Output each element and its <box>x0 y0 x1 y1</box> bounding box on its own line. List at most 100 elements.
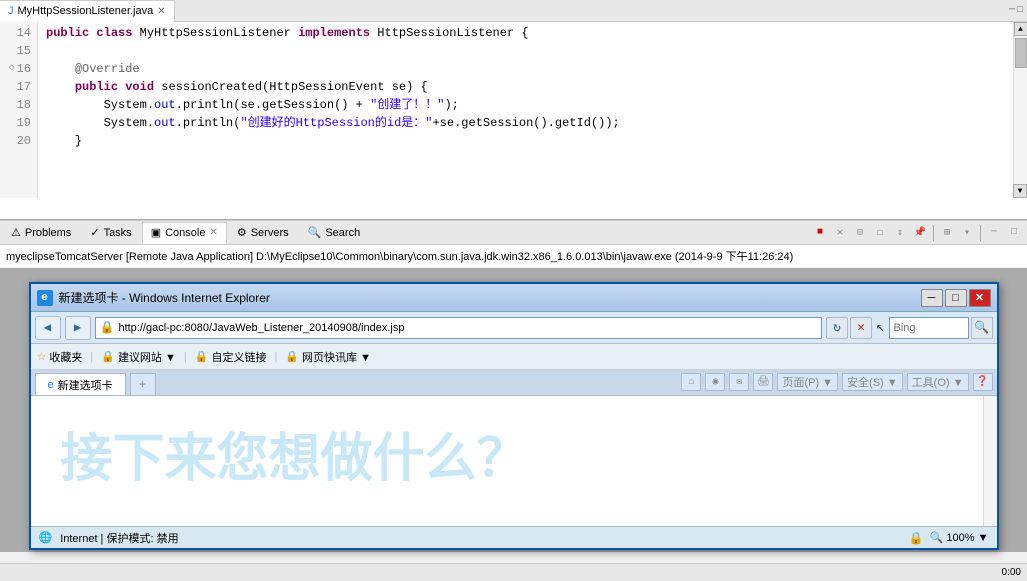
ie-active-tab[interactable]: e 新建选项卡 <box>35 373 126 395</box>
address-text: http://gacl-pc:8080/JavaWeb_Listener_201… <box>118 322 817 334</box>
ie-maximize-btn[interactable]: □ <box>945 289 967 307</box>
address-page-icon: 🔒 <box>100 320 115 335</box>
suggested-icon: 🔒 <box>101 350 115 363</box>
scroll-lock-btn[interactable]: ⇕ <box>891 224 909 242</box>
ie-safety-btn[interactable]: 安全(S) ▼ <box>842 373 903 391</box>
ie-status-right: 🔒 🔍 100% ▼ <box>909 531 989 545</box>
code-content: public class MyHttpSessionListener imple… <box>38 22 1013 198</box>
panel-min-btn[interactable]: ─ <box>985 224 1003 242</box>
ie-refresh-btn[interactable]: ↻ <box>826 317 848 339</box>
ie-new-tab-btn[interactable]: + <box>130 373 156 395</box>
ie-feeds-btn[interactable]: ◉ <box>705 373 725 391</box>
close-tab-icon[interactable]: ✕ <box>157 6 165 17</box>
tab-search[interactable]: 🔍 Search <box>299 222 370 244</box>
ie-fav-custom-link[interactable]: 🔒 自定义链接 <box>195 349 267 365</box>
ie-tab-bar: e 新建选项卡 + ⌂ ◉ ✉ 🖨 页面(P) ▼ 安全(S) ▼ 工具(O) … <box>31 370 997 396</box>
eclipse-status-time: 0:00 <box>1002 567 1021 578</box>
console-toolbar: ■ ✕ ⊟ ☐ ⇕ 📌 ⊞ ▾ ─ □ <box>811 224 1027 242</box>
ie-tab-icon: e <box>48 379 54 391</box>
ide-editor: J MyHttpSessionListener.java ✕ ─ □ 14 15… <box>0 0 1027 220</box>
ie-tools-btn[interactable]: 工具(O) ▼ <box>907 373 969 391</box>
ide-minimize-icon[interactable]: ─ <box>1009 5 1015 16</box>
ie-favorites-bar: ☆ 收藏夹 | 🔒 建议网站 ▼ | 🔒 自定义链接 | 🔒 网页快讯库 ▼ <box>31 344 997 370</box>
terminate-btn[interactable]: ✕ <box>831 224 849 242</box>
zoom-icon: 🔍 <box>930 532 944 544</box>
webslices-label: 网页快讯库 ▼ <box>302 349 371 365</box>
clear-console-btn[interactable]: ☐ <box>871 224 889 242</box>
star-icon: ☆ <box>37 350 47 363</box>
ie-fav-webslices[interactable]: 🔒 网页快讯库 ▼ <box>285 349 371 365</box>
line-numbers: 14 15 ◇16 17 18 19 20 <box>0 22 38 198</box>
ie-search-btn[interactable]: 🔍 <box>971 317 993 339</box>
problems-icon: ⚠ <box>11 226 21 239</box>
ie-page-content: 接下来您想做什么？ <box>31 396 997 526</box>
ie-address-toolbar: ◀ ▶ 🔒 http://gacl-pc:8080/JavaWeb_Listen… <box>31 312 997 344</box>
ie-address-bar[interactable]: 🔒 http://gacl-pc:8080/JavaWeb_Listener_2… <box>95 317 823 339</box>
pin-console-btn[interactable]: 📌 <box>911 224 929 242</box>
ie-stop-btn[interactable]: ✕ <box>850 317 872 339</box>
ie-safety-status-icon: 🔒 <box>909 531 924 545</box>
ie-close-btn[interactable]: ✕ <box>969 289 991 307</box>
zoom-value: 100% <box>946 532 974 544</box>
bottom-tab-bar: ⚠ Problems ✓ Tasks ▣ Console ✕ ⚙ Servers… <box>0 221 1027 245</box>
fav-separator: | <box>90 351 93 363</box>
ie-favorites-star[interactable]: ☆ 收藏夹 <box>37 349 83 365</box>
stop-btn[interactable]: ■ <box>811 224 829 242</box>
servers-label: Servers <box>251 227 289 239</box>
scroll-up-btn[interactable]: ▲ <box>1014 22 1027 36</box>
tab-tasks[interactable]: ✓ Tasks <box>81 222 140 244</box>
close-console-icon[interactable]: ✕ <box>209 227 217 238</box>
gap-area <box>0 268 1027 280</box>
ie-zoom-indicator[interactable]: 🔍 100% ▼ <box>930 531 989 544</box>
ie-title: 新建选项卡 - Windows Internet Explorer <box>59 289 915 306</box>
console-view-menu[interactable]: ▾ <box>958 224 976 242</box>
ie-help-btn[interactable]: ❓ <box>973 373 993 391</box>
ie-home-btn[interactable]: ⌂ <box>681 373 701 391</box>
ie-forward-btn[interactable]: ▶ <box>65 316 91 340</box>
tab-console[interactable]: ▣ Console ✕ <box>142 222 227 244</box>
ie-window: e 新建选项卡 - Windows Internet Explorer ─ □ … <box>29 282 999 550</box>
ide-maximize-icon[interactable]: □ <box>1017 5 1023 16</box>
code-scrollbar[interactable]: ▲ ▼ <box>1013 22 1027 198</box>
ie-internet-icon: 🌐 <box>39 531 53 544</box>
tab-servers[interactable]: ⚙ Servers <box>228 222 298 244</box>
ie-page-btn[interactable]: 页面(P) ▼ <box>777 373 838 391</box>
ie-titlebar: e 新建选项卡 - Windows Internet Explorer ─ □ … <box>31 284 997 312</box>
custom-link-icon: 🔒 <box>195 350 209 363</box>
disconnect-btn[interactable]: ⊟ <box>851 224 869 242</box>
open-console-btn[interactable]: ⊞ <box>938 224 956 242</box>
editor-tab-bar: J MyHttpSessionListener.java ✕ ─ □ <box>0 0 1027 22</box>
console-icon: ▣ <box>151 226 161 239</box>
tab-problems[interactable]: ⚠ Problems <box>2 222 80 244</box>
scroll-down-btn[interactable]: ▼ <box>1013 184 1027 198</box>
ie-mail-btn[interactable]: ✉ <box>729 373 749 391</box>
file-icon: J <box>8 5 14 17</box>
ie-minimize-btn[interactable]: ─ <box>921 289 943 307</box>
console-path: myeclipseTomcatServer [Remote Java Appli… <box>0 245 1027 268</box>
eclipse-statusbar: 0:00 <box>0 563 1027 581</box>
ie-zone-text: Internet | 保护模式: 禁用 <box>60 530 900 546</box>
custom-link-label: 自定义链接 <box>211 349 266 365</box>
ie-scrollbar[interactable] <box>983 396 997 526</box>
webslices-icon: 🔒 <box>285 350 299 363</box>
favorites-label: 收藏夹 <box>49 349 82 365</box>
code-editor-area[interactable]: 14 15 ◇16 17 18 19 20 public class MyHtt… <box>0 22 1027 198</box>
ie-cursor-icon: ↖ <box>876 319 884 336</box>
servers-icon: ⚙ <box>237 226 247 239</box>
console-label: Console <box>165 227 205 239</box>
problems-label: Problems <box>25 227 71 239</box>
ie-search-input[interactable] <box>889 317 969 339</box>
ie-print-btn[interactable]: 🖨 <box>753 373 773 391</box>
ie-back-btn[interactable]: ◀ <box>35 316 61 340</box>
tasks-icon: ✓ <box>90 226 99 239</box>
ie-logo-icon: e <box>37 290 53 306</box>
bottom-panel: ⚠ Problems ✓ Tasks ▣ Console ✕ ⚙ Servers… <box>0 220 1027 268</box>
suggested-label: 建议网站 ▼ <box>118 349 176 365</box>
panel-max-btn[interactable]: □ <box>1005 224 1023 242</box>
fav-separator2: | <box>184 351 187 363</box>
editor-tab[interactable]: J MyHttpSessionListener.java ✕ <box>0 0 175 22</box>
tasks-label: Tasks <box>104 227 132 239</box>
ie-fav-suggested[interactable]: 🔒 建议网站 ▼ <box>101 349 176 365</box>
search-label: Search <box>325 227 360 239</box>
scroll-thumb[interactable] <box>1015 38 1027 68</box>
